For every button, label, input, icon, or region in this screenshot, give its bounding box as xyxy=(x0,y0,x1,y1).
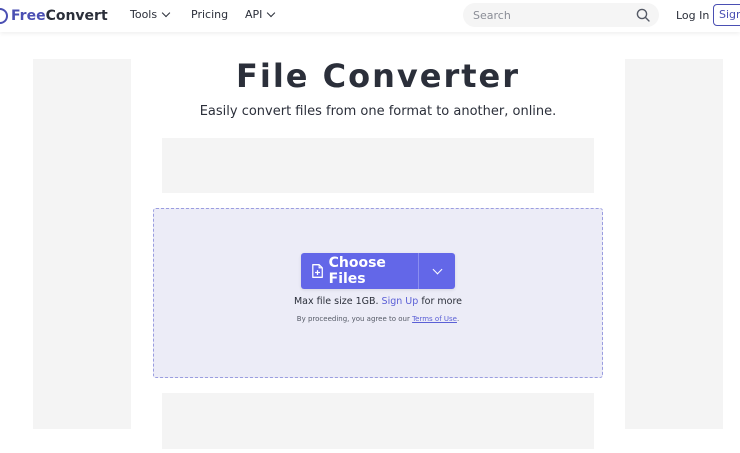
choose-files-button[interactable]: Choose Files xyxy=(301,253,418,289)
choose-files-group: Choose Files xyxy=(301,253,455,289)
terms-prefix: By proceeding, you agree to our xyxy=(296,315,410,323)
logo-text-free: Free xyxy=(11,8,46,24)
logo-text-convert: Convert xyxy=(45,8,108,24)
signup-button[interactable]: Sign xyxy=(713,4,740,26)
top-header: Free Convert Tools Pricing API Search Lo… xyxy=(0,0,740,32)
max-size-suffix: for more xyxy=(421,296,463,307)
top-ad-banner xyxy=(162,138,594,193)
terms-note: By proceeding, you agree to our Terms of… xyxy=(0,315,740,323)
nav-tools[interactable]: Tools xyxy=(130,8,171,21)
file-dropzone[interactable] xyxy=(153,208,603,378)
logo-mark-icon xyxy=(0,8,8,24)
chevron-down-icon xyxy=(161,8,171,18)
search-icon[interactable] xyxy=(636,8,650,22)
terms-of-use-link[interactable]: Terms of Use xyxy=(412,315,457,323)
nav-api-label: API xyxy=(245,8,263,21)
login-link[interactable]: Log In xyxy=(676,9,709,22)
max-size-text: Max file size 1GB. xyxy=(293,296,379,307)
choose-files-label: Choose Files xyxy=(328,255,386,287)
search-input[interactable]: Search xyxy=(463,3,659,27)
max-file-size-note: Max file size 1GB. Sign Up for more xyxy=(0,296,740,307)
nav-api[interactable]: API xyxy=(245,8,276,21)
nav-tools-label: Tools xyxy=(130,8,158,21)
nav-pricing[interactable]: Pricing xyxy=(191,8,228,21)
search-placeholder: Search xyxy=(473,8,511,22)
signup-link[interactable]: Sign Up xyxy=(382,296,419,307)
chevron-down-icon xyxy=(432,264,442,275)
terms-suffix: . xyxy=(456,315,460,323)
chevron-down-icon xyxy=(267,8,276,18)
freeconvert-logo[interactable]: Free Convert xyxy=(0,6,108,26)
bottom-ad-banner xyxy=(162,393,594,449)
choose-source-dropdown[interactable] xyxy=(418,253,455,289)
page-subtitle: Easily convert files from one format to … xyxy=(199,104,557,119)
page-title: File Converter xyxy=(235,57,520,95)
file-add-icon xyxy=(312,264,323,278)
nav-pricing-label: Pricing xyxy=(191,8,229,21)
